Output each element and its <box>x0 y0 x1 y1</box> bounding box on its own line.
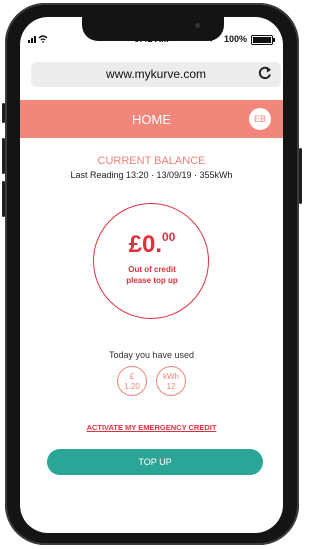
usage-energy-value: 12 <box>166 382 176 391</box>
usage-money-badge: £ 1.20 <box>117 366 147 396</box>
app-header: HOME EB <box>20 100 283 138</box>
phone-volume-down-button <box>2 181 5 217</box>
avatar[interactable]: EB <box>249 108 271 130</box>
usage-label: Today you have used <box>108 350 195 360</box>
top-up-button[interactable]: TOP UP <box>47 449 263 475</box>
credit-status: Out of credit please top up <box>94 264 210 286</box>
balance-amount-main: £0. <box>128 231 162 258</box>
url-text: www.mykurve.com <box>105 67 206 81</box>
battery-percent: 100% <box>223 34 247 44</box>
credit-status-line1: Out of credit <box>128 265 176 274</box>
credit-status-line2: please top up <box>126 276 178 285</box>
phone-screen: 9:41 AM ✱ 100% www.mykurve.com HOME EB C… <box>20 17 283 533</box>
balance-label: CURRENT BALANCE <box>97 155 206 167</box>
phone-side-button <box>2 103 5 123</box>
phone-volume-up-button <box>2 138 5 174</box>
usage-money-value: 1.20 <box>124 382 140 391</box>
reload-icon[interactable] <box>257 65 273 81</box>
phone-notch <box>82 15 224 41</box>
usage-energy-unit: kWh <box>163 372 179 381</box>
page-title: HOME <box>132 112 171 127</box>
usage-energy-badge: kWh 12 <box>156 366 186 396</box>
phone-power-button <box>299 148 302 204</box>
balance-amount: £0.00 <box>94 230 210 259</box>
emergency-credit-link[interactable]: ACTIVATE MY EMERGENCY CREDIT <box>20 423 283 432</box>
battery-icon <box>251 35 275 45</box>
last-reading: Last Reading 13:20 · 13/09/19 · 355kWh <box>70 170 233 180</box>
balance-amount-pence: 00 <box>162 230 176 244</box>
camera-dot <box>195 23 200 28</box>
usage-money-unit: £ <box>129 372 135 381</box>
address-bar[interactable]: www.mykurve.com <box>31 62 281 87</box>
balance-circle: £0.00 Out of credit please top up <box>93 203 209 319</box>
